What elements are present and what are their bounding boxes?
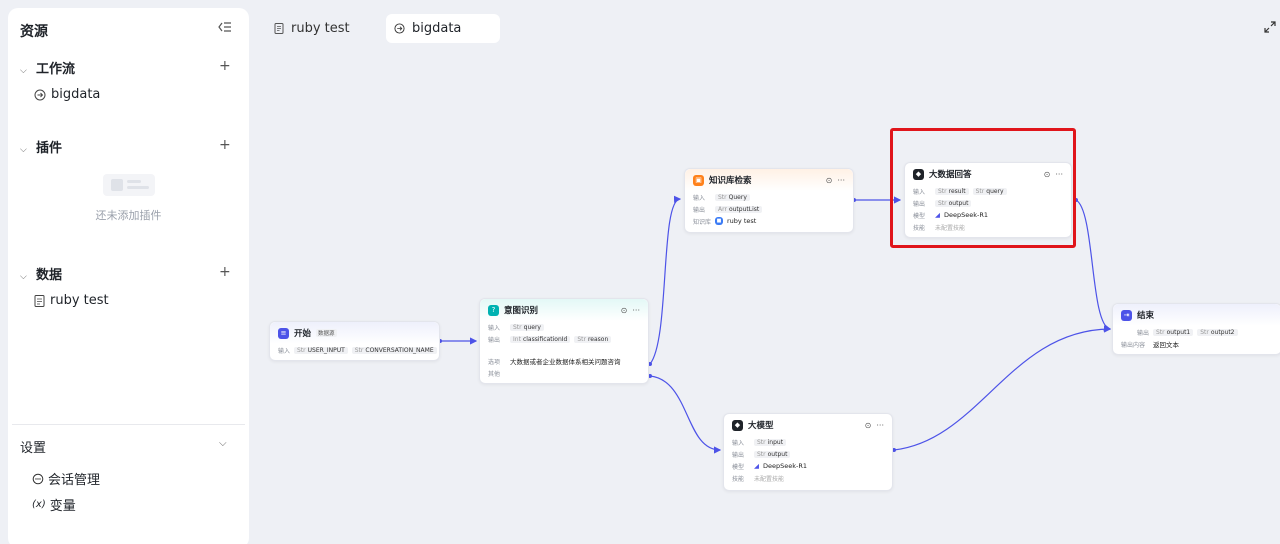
chevron-down-icon: ⌵ xyxy=(20,145,27,155)
mode-value: 返回文本 xyxy=(1153,341,1179,349)
kb-value: ruby test xyxy=(727,217,757,225)
tab-label: ruby test xyxy=(291,21,350,36)
node-intent-recognition[interactable]: ? 意图识别 ⊙ ··· 输入 Str query 输出 Int classifica… xyxy=(479,298,649,384)
chevron-down-icon: ⌵ xyxy=(20,66,27,76)
more-icon[interactable]: ··· xyxy=(837,176,845,185)
param-tag: Str output xyxy=(754,450,791,458)
tab-label: bigdata xyxy=(412,21,462,36)
document-icon xyxy=(34,294,45,307)
more-icon[interactable]: ··· xyxy=(876,421,884,430)
sidebar-title: 资源 xyxy=(20,24,48,40)
start-icon: ≡ xyxy=(278,327,289,339)
skill-value: 未配置技能 xyxy=(754,475,785,483)
output-label: 输出 xyxy=(732,451,745,459)
workflow-icon xyxy=(394,23,405,34)
data-item-label: ruby test xyxy=(50,293,109,308)
node-title: 开始 xyxy=(294,329,312,339)
run-icon[interactable]: ⊙ xyxy=(826,176,833,185)
section-data-label: 数据 xyxy=(36,268,63,283)
edge-intent-knowledge xyxy=(649,195,682,365)
option-text: 大数据或者企业数据体系相关问题咨询 xyxy=(510,358,621,366)
node-badge: 数据源 xyxy=(316,329,337,337)
settings-item-label: 变量 xyxy=(49,499,76,514)
add-workflow-button[interactable]: + xyxy=(219,58,231,74)
param-tag: Str query xyxy=(510,323,544,331)
workflow-item-label: bigdata xyxy=(51,87,101,102)
knowledge-icon: ▣ xyxy=(693,174,704,186)
node-title: 知识库检索 xyxy=(709,176,752,186)
output-label: 输出 xyxy=(488,336,501,344)
settings-variables[interactable]: (x) 变量 xyxy=(32,495,76,514)
end-icon: ⇥ xyxy=(1121,309,1132,321)
chevron-down-icon: ⌵ xyxy=(20,272,27,282)
variable-icon: (x) xyxy=(32,499,46,510)
output-label: 输出 xyxy=(1136,329,1149,337)
workflow-icon xyxy=(34,89,46,100)
llm-icon: ◆ xyxy=(732,419,743,431)
section-plugins-label: 插件 xyxy=(36,141,63,156)
param-tag: Str reason xyxy=(574,335,612,343)
output-label: 输出 xyxy=(693,206,706,214)
node-start[interactable]: ≡ 开始 数据源 输入 Str USER_INPUT Str CONVERSATIO… xyxy=(269,321,440,361)
input-label: 输入 xyxy=(732,439,745,447)
edge-llm-end xyxy=(893,325,1112,451)
input-label: 输入 xyxy=(693,194,706,202)
sidebar-divider xyxy=(12,424,245,425)
node-title: 意图识别 xyxy=(504,306,539,316)
node-end[interactable]: ⇥ 结束 输出 Str output1 Str output2 输出内容 返回文本 xyxy=(1112,303,1280,355)
resource-sidebar: 资源 ⌵ 工作流 + bigdata ⌵ 插件 + 还未添加插件 ⌵ 数据 + rub… xyxy=(8,8,249,544)
param-tag: Str output2 xyxy=(1197,328,1238,336)
param-tag: Arr outputList xyxy=(715,205,763,213)
settings-conversation-management[interactable]: 会话管理 xyxy=(32,469,100,488)
kb-label: 知识库 xyxy=(693,218,712,226)
data-item-ruby-test[interactable]: ruby test xyxy=(34,293,109,308)
param-tag: Str output1 xyxy=(1153,328,1194,336)
section-plugins[interactable]: ⌵ 插件 xyxy=(20,137,62,156)
document-icon xyxy=(274,23,284,34)
param-tag: Str input xyxy=(754,438,787,446)
param-tag: Str USER_INPUT xyxy=(294,346,348,354)
input-label: 输入 xyxy=(488,324,501,332)
tab-bigdata[interactable]: bigdata xyxy=(386,14,500,43)
mode-label: 输出内容 xyxy=(1121,341,1146,349)
highlight-box xyxy=(890,128,1076,248)
model-value: DeepSeek-R1 xyxy=(763,462,808,470)
option-label: 选项 xyxy=(488,358,501,366)
param-tag: Str CONVERSATION_NAME xyxy=(351,346,437,354)
skill-label: 技能 xyxy=(732,475,745,483)
tab-ruby-test[interactable]: ruby test xyxy=(266,14,358,43)
input-label: 输入 xyxy=(278,347,291,355)
deepseek-icon: ◢ xyxy=(754,462,759,470)
settings-header[interactable]: 设置 xyxy=(20,437,46,456)
database-icon: ■ xyxy=(715,217,723,225)
expand-icon[interactable] xyxy=(1264,21,1276,33)
run-icon[interactable]: ⊙ xyxy=(621,306,628,315)
node-title: 结束 xyxy=(1137,311,1155,321)
settings-item-label: 会话管理 xyxy=(48,473,101,488)
node-title: 大模型 xyxy=(748,421,774,431)
section-workflow[interactable]: ⌵ 工作流 xyxy=(20,58,75,77)
empty-plugins-text: 还未添加插件 xyxy=(95,209,162,222)
more-icon[interactable]: ··· xyxy=(632,306,640,315)
conversation-icon xyxy=(32,473,44,484)
workflow-item-bigdata[interactable]: bigdata xyxy=(34,87,100,102)
add-data-button[interactable]: + xyxy=(219,264,231,280)
node-knowledge-retrieval[interactable]: ▣ 知识库检索 ⊙ ··· 输入 Str Query 输出 Arr outputLis… xyxy=(684,168,854,233)
other-label: 其他 xyxy=(488,370,501,378)
edge-answer-end xyxy=(1075,199,1112,332)
chevron-down-icon[interactable]: ⌵ xyxy=(219,438,227,449)
intent-icon: ? xyxy=(488,304,499,316)
collapse-sidebar-icon[interactable] xyxy=(218,20,234,36)
model-label: 模型 xyxy=(732,463,745,471)
section-workflow-label: 工作流 xyxy=(36,62,76,77)
section-data[interactable]: ⌵ 数据 xyxy=(20,264,62,283)
edge-intent-llm xyxy=(649,375,722,454)
run-icon[interactable]: ⊙ xyxy=(865,421,872,430)
node-llm[interactable]: ◆ 大模型 ⊙ ··· 输入 Str input 输出 Str output 模型 ◢… xyxy=(723,413,893,491)
add-plugin-button[interactable]: + xyxy=(219,137,231,153)
empty-plugins-illustration xyxy=(103,174,155,196)
param-tag: Int classificationId xyxy=(510,335,571,343)
param-tag: Str Query xyxy=(715,193,750,201)
